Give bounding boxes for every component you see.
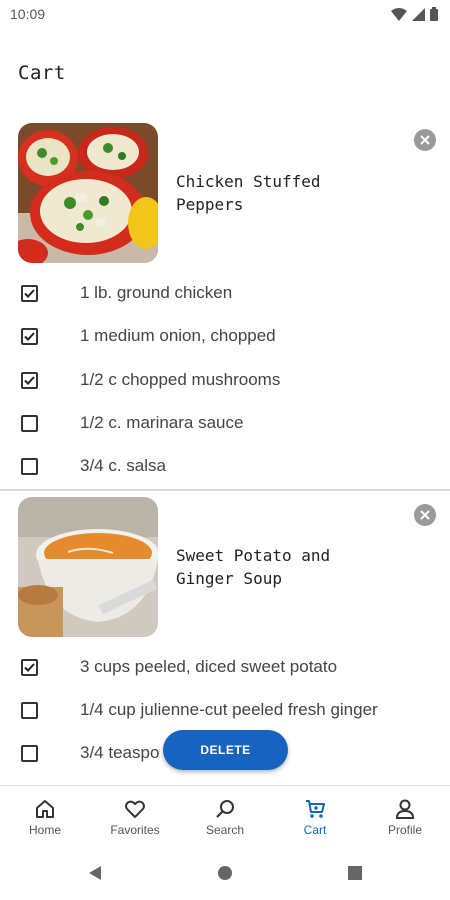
nav-label: Favorites: [110, 823, 160, 837]
recents-icon[interactable]: [347, 865, 363, 881]
bottom-nav: Home Favorites Search Cart Profile: [0, 785, 450, 848]
nav-label: Search: [205, 823, 245, 837]
ingredient-checkbox[interactable]: [21, 745, 38, 762]
ingredient-row[interactable]: 1/2 c chopped mushrooms: [0, 362, 450, 402]
signal-icon: [412, 7, 425, 21]
heart-icon: [125, 800, 145, 819]
ingredient-checkbox[interactable]: [21, 372, 38, 389]
delete-button[interactable]: DELETE: [163, 730, 288, 770]
check-icon: [24, 332, 35, 341]
home-icon: [36, 800, 54, 818]
ingredient-label: 3/4 c. salsa: [80, 456, 166, 475]
ingredient-checkbox[interactable]: [21, 328, 38, 345]
nav-item-home[interactable]: Home: [0, 786, 90, 848]
close-icon: [420, 135, 430, 145]
recipe-image-peppers[interactable]: [18, 123, 158, 263]
ingredient-checkbox[interactable]: [21, 659, 38, 676]
ingredient-row[interactable]: 1 medium onion, chopped: [0, 318, 450, 358]
cart-icon: [306, 800, 325, 818]
nav-item-favorites[interactable]: Favorites: [90, 786, 180, 848]
nav-item-profile[interactable]: Profile: [360, 786, 450, 848]
ingredient-checkbox[interactable]: [21, 415, 38, 432]
ingredient-label: 3/4 teaspo: [80, 743, 160, 762]
recipe-image-soup[interactable]: [18, 497, 158, 637]
status-bar: 10:09: [0, 0, 450, 30]
recipe-title[interactable]: Sweet Potato and Ginger Soup: [176, 544, 386, 590]
nav-item-cart[interactable]: Cart: [270, 786, 360, 848]
battery-icon: [430, 7, 438, 21]
page-title: Cart: [18, 62, 66, 84]
nav-label: Profile: [387, 823, 422, 837]
ingredient-row[interactable]: 3 cups peeled, diced sweet potato: [0, 649, 450, 689]
ingredient-checkbox[interactable]: [21, 702, 38, 719]
remove-recipe-button[interactable]: [414, 129, 436, 151]
ingredient-label: 1 lb. ground chicken: [80, 283, 233, 302]
status-icons: [391, 7, 438, 21]
check-icon: [24, 663, 35, 672]
nav-item-search[interactable]: Search: [180, 786, 270, 848]
status-time: 10:09: [10, 6, 46, 22]
system-nav-bar: [0, 847, 450, 900]
ingredient-label: 1 medium onion, chopped: [80, 326, 276, 345]
check-icon: [24, 376, 35, 385]
nav-label: Home: [28, 823, 61, 837]
close-icon: [420, 510, 430, 520]
ingredient-row[interactable]: 1/4 cup julienne-cut peeled fresh ginger: [0, 692, 450, 732]
ingredient-label: 3 cups peeled, diced sweet potato: [80, 657, 338, 676]
back-icon[interactable]: [87, 865, 103, 881]
divider: [0, 489, 450, 491]
check-icon: [24, 289, 35, 298]
ingredient-label: 1/4 cup julienne-cut peeled fresh ginger: [80, 700, 378, 719]
recipe-title[interactable]: Chicken Stuffed Peppers: [176, 170, 386, 216]
remove-recipe-button[interactable]: [414, 504, 436, 526]
ingredient-row[interactable]: 1/2 c. marinara sauce: [0, 405, 450, 445]
ingredient-label: 1/2 c. marinara sauce: [80, 413, 244, 432]
home-circle-icon[interactable]: [217, 865, 233, 881]
ingredient-label: 1/2 c chopped mushrooms: [80, 370, 281, 389]
person-icon: [395, 799, 415, 819]
wifi-icon: [391, 7, 407, 21]
ingredient-row[interactable]: 3/4 c. salsa: [0, 448, 450, 488]
nav-label: Cart: [303, 823, 327, 837]
search-icon: [216, 800, 234, 818]
ingredient-checkbox[interactable]: [21, 458, 38, 475]
ingredient-row[interactable]: 1 lb. ground chicken: [0, 275, 450, 315]
ingredient-checkbox[interactable]: [21, 285, 38, 302]
